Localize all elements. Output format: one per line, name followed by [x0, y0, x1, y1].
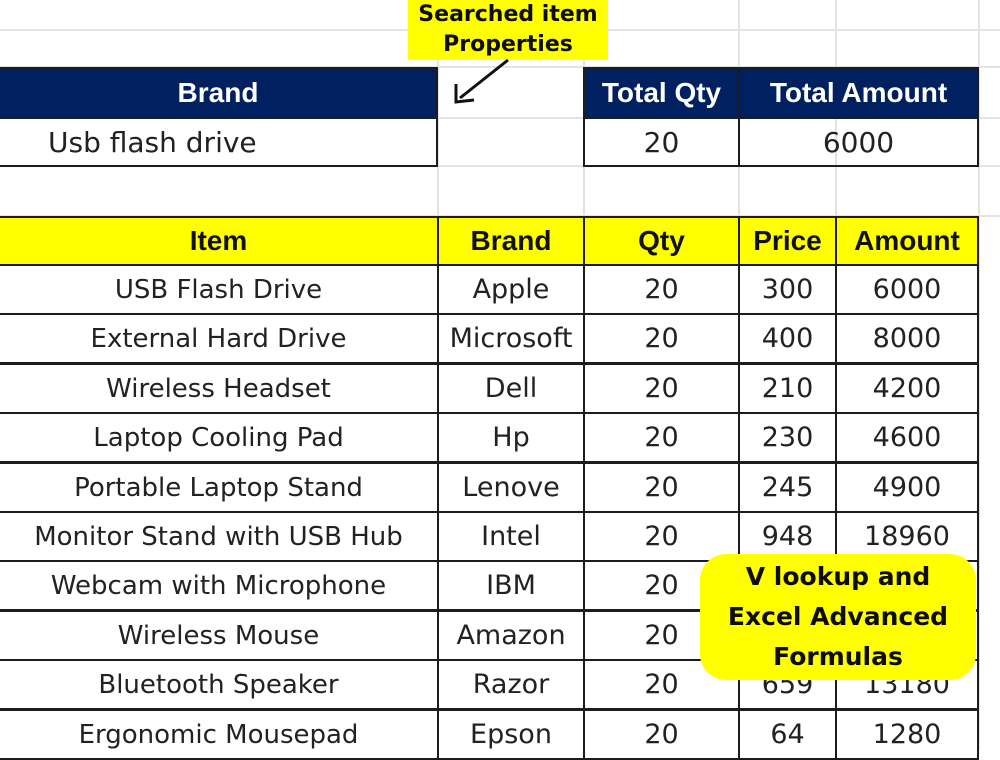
total-amount-header: Total Amount	[738, 67, 979, 119]
total-amount-value[interactable]: 6000	[738, 117, 979, 167]
table-cell-qty[interactable]: 20	[583, 264, 740, 315]
table-cell-amount[interactable]: 4600	[835, 412, 979, 463]
table-cell-amount[interactable]: 4200	[835, 363, 979, 414]
table-cell-brand[interactable]: IBM	[437, 560, 585, 611]
table-cell-amount[interactable]: 8000	[835, 313, 979, 364]
table-cell-qty[interactable]: 20	[583, 313, 740, 364]
table-cell-price[interactable]: 300	[738, 264, 837, 315]
table-cell-brand[interactable]: Razor	[437, 659, 585, 710]
table-cell-item[interactable]: Monitor Stand with USB Hub	[0, 511, 439, 562]
table-cell-price[interactable]: 400	[738, 313, 837, 364]
table-cell-item[interactable]: External Hard Drive	[0, 313, 439, 364]
column-header-qty[interactable]: Qty	[583, 216, 740, 266]
table-cell-brand[interactable]: Epson	[437, 709, 585, 760]
table-cell-item[interactable]: Ergonomic Mousepad	[0, 709, 439, 760]
lookup-brand-header: Brand	[0, 67, 438, 119]
table-cell-item[interactable]: Wireless Headset	[0, 363, 439, 414]
column-header-amount[interactable]: Amount	[835, 216, 979, 266]
table-cell-brand[interactable]: Intel	[437, 511, 585, 562]
searched-item-callout: Searched item Properties	[408, 0, 608, 60]
callout-line: Searched item	[418, 2, 598, 27]
arrow-icon	[454, 58, 509, 104]
table-cell-item[interactable]: Webcam with Microphone	[0, 560, 439, 611]
column-header-price[interactable]: Price	[738, 216, 837, 266]
table-cell-item[interactable]: USB Flash Drive	[0, 264, 439, 315]
lookup-brand-value[interactable]: Usb flash drive	[0, 117, 438, 167]
table-cell-qty[interactable]: 20	[583, 511, 740, 562]
table-cell-brand[interactable]: Hp	[437, 412, 585, 463]
table-cell-price[interactable]: 245	[738, 462, 837, 513]
table-cell-amount[interactable]: 1280	[835, 709, 979, 760]
table-cell-brand[interactable]: Apple	[437, 264, 585, 315]
table-cell-qty[interactable]: 20	[583, 709, 740, 760]
table-cell-item[interactable]: Portable Laptop Stand	[0, 462, 439, 513]
table-cell-qty[interactable]: 20	[583, 363, 740, 414]
table-cell-item[interactable]: Laptop Cooling Pad	[0, 412, 439, 463]
total-qty-value[interactable]: 20	[583, 117, 740, 167]
table-cell-price[interactable]: 64	[738, 709, 837, 760]
badge-line: Excel Advanced	[727, 602, 949, 631]
column-header-item[interactable]: Item	[0, 216, 439, 266]
table-cell-qty[interactable]: 20	[583, 412, 740, 463]
column-header-brand[interactable]: Brand	[437, 216, 585, 266]
table-cell-amount[interactable]: 6000	[835, 264, 979, 315]
table-cell-brand[interactable]: Microsoft	[437, 313, 585, 364]
table-cell-qty[interactable]: 20	[583, 462, 740, 513]
table-cell-price[interactable]: 230	[738, 412, 837, 463]
table-cell-amount[interactable]: 4900	[835, 462, 979, 513]
badge-line: V lookup and	[745, 562, 931, 591]
vlookup-badge: V lookup and Excel Advanced Formulas	[700, 554, 976, 680]
table-cell-price[interactable]: 210	[738, 363, 837, 414]
table-cell-item[interactable]: Bluetooth Speaker	[0, 659, 439, 710]
table-cell-brand[interactable]: Lenove	[437, 462, 585, 513]
table-cell-item[interactable]: Wireless Mouse	[0, 610, 439, 661]
table-cell-brand[interactable]: Amazon	[437, 610, 585, 661]
table-cell-brand[interactable]: Dell	[437, 363, 585, 414]
total-qty-header: Total Qty	[583, 67, 740, 119]
badge-line: Formulas	[773, 642, 903, 671]
